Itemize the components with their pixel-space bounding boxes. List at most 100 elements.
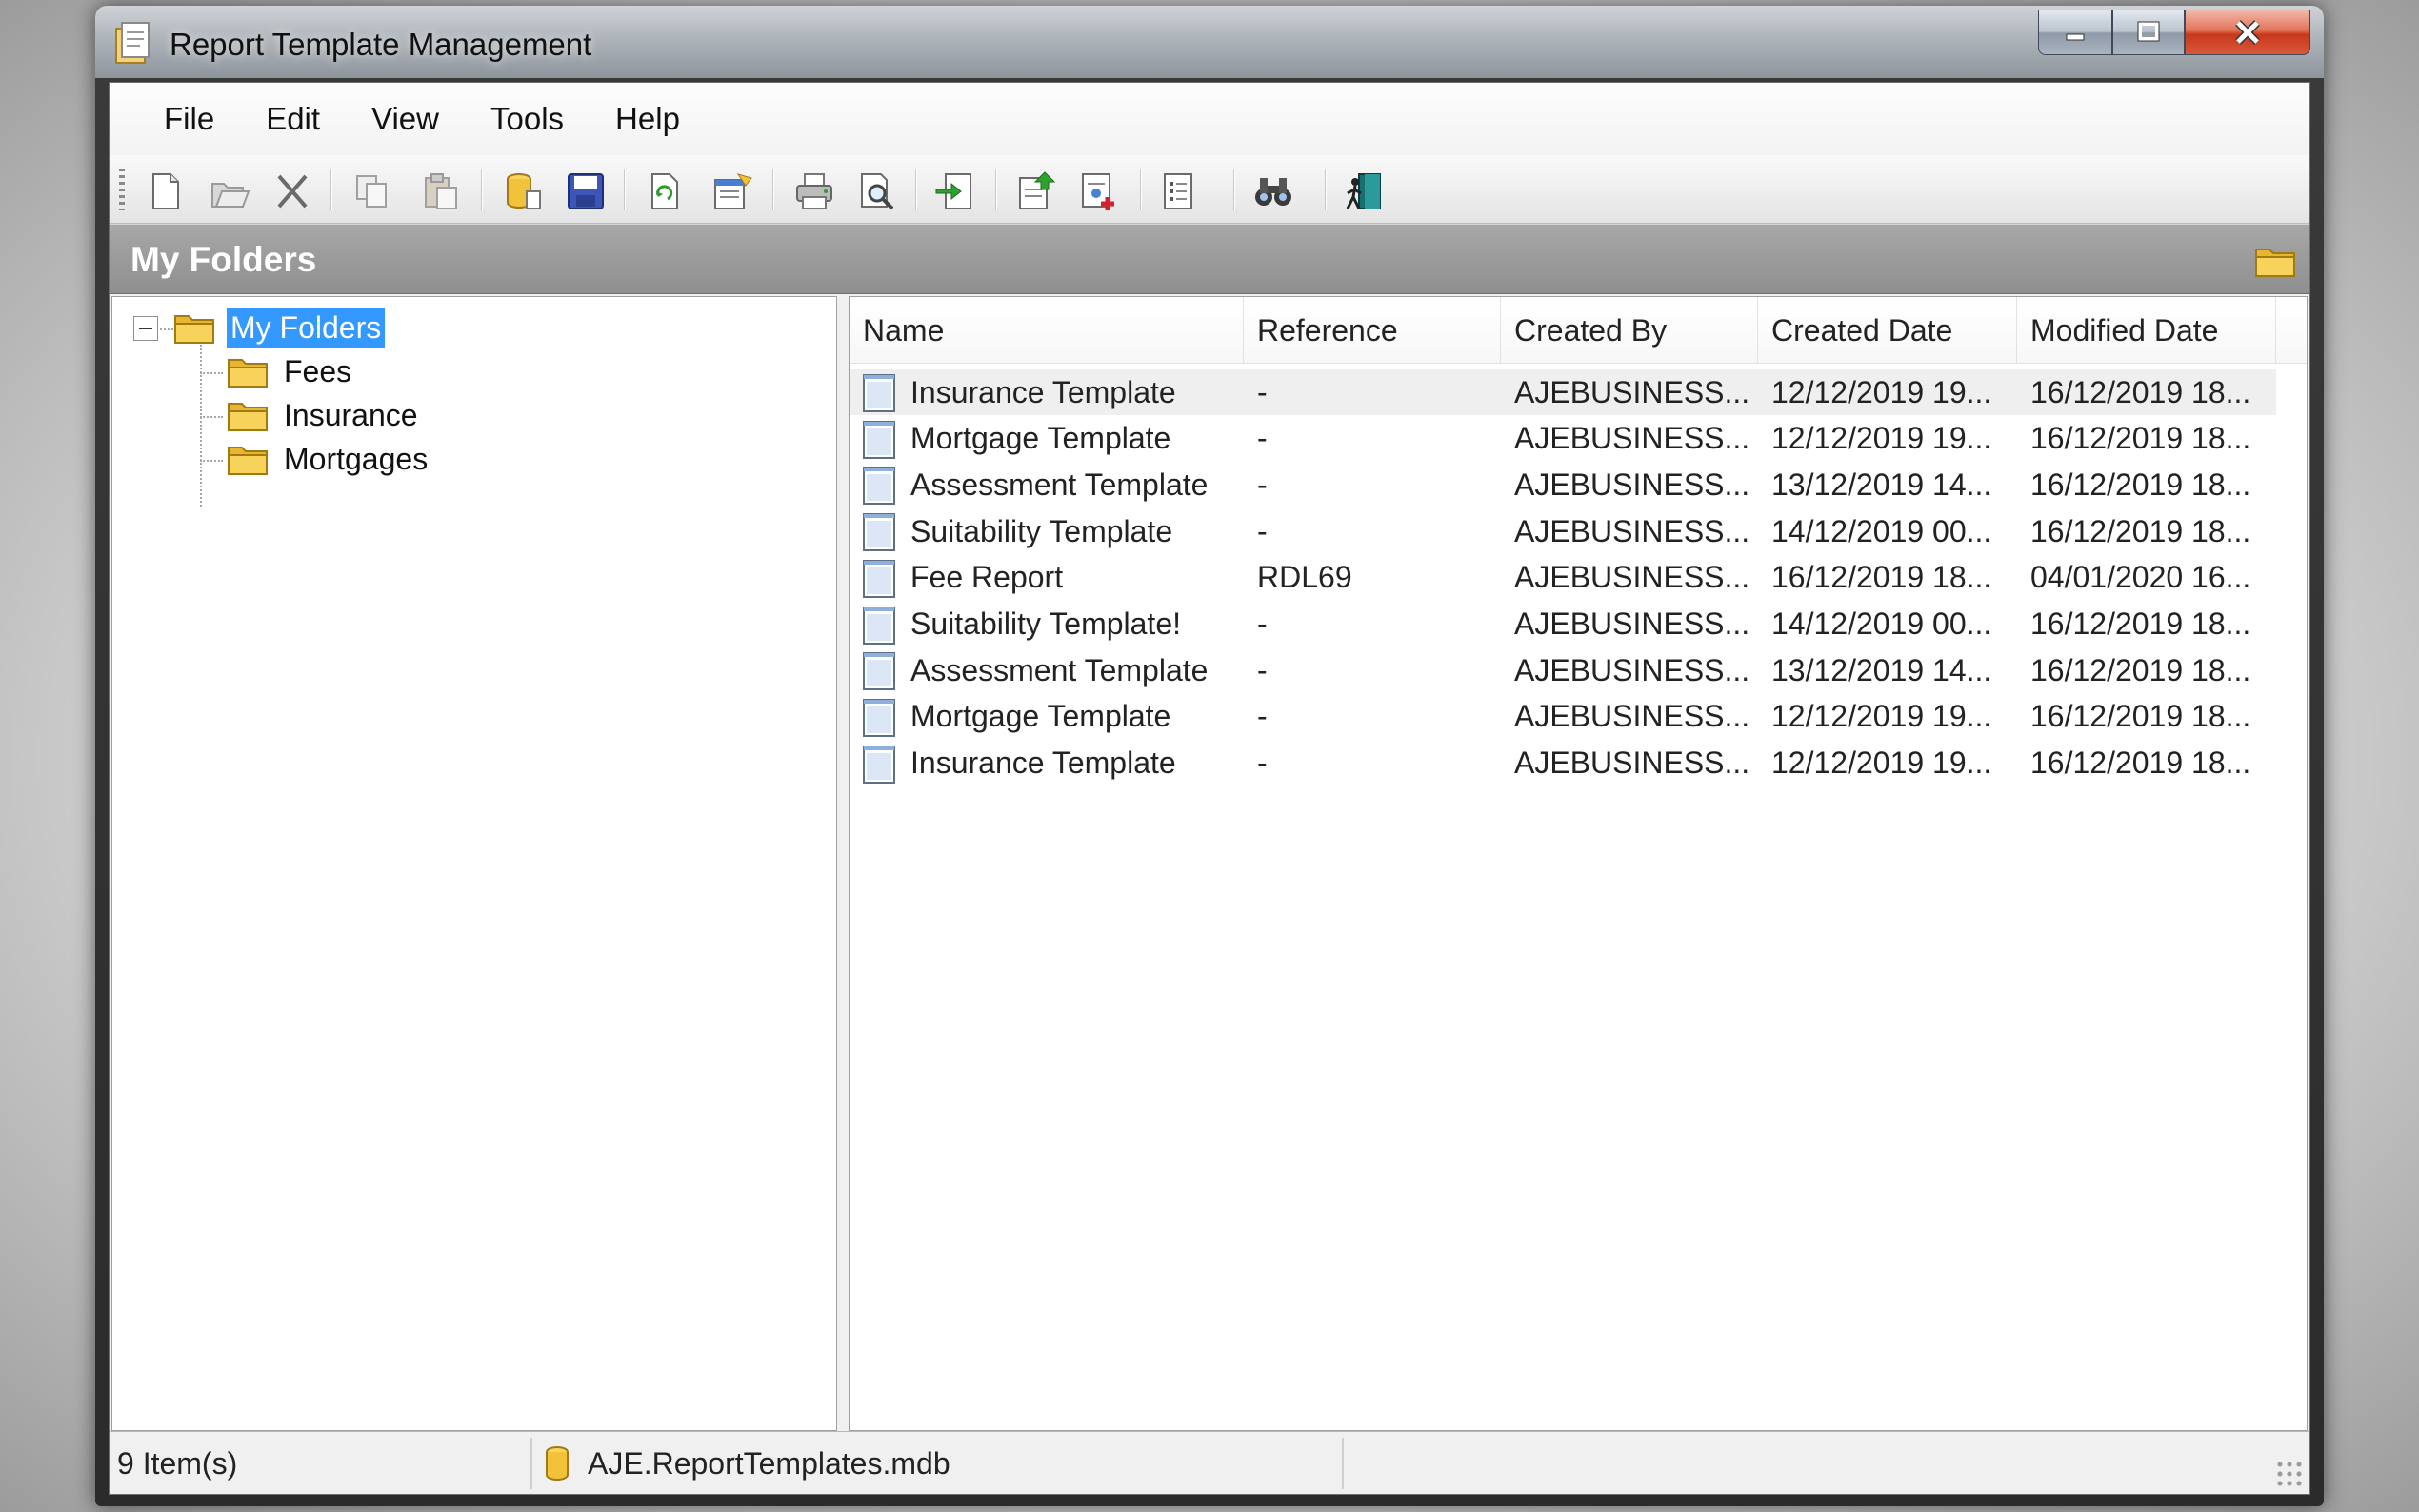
delete-icon: [277, 174, 308, 209]
cell-modified-date: 16/12/2019 18...: [2030, 746, 2251, 781]
column-headers: Name Reference Created By Created Date M…: [850, 297, 2307, 364]
exit-button[interactable]: [1344, 170, 1386, 212]
pane-splitter[interactable]: [837, 296, 849, 1431]
template-list: Name Reference Created By Created Date M…: [849, 296, 2308, 1431]
export-button[interactable]: [1016, 170, 1058, 212]
new-button[interactable]: [144, 170, 186, 212]
database-button[interactable]: [502, 170, 544, 212]
table-row[interactable]: Mortgage Template - AJEBUSINESS... 12/12/20…: [850, 416, 2276, 462]
folder-icon: [228, 403, 268, 431]
toolbar-separator: [915, 169, 917, 210]
report-template-icon: [863, 374, 895, 412]
print-preview-button[interactable]: [856, 170, 898, 212]
save-button[interactable]: [565, 170, 607, 212]
report-template-icon: [863, 652, 895, 691]
minimize-button[interactable]: [2038, 10, 2112, 55]
menu-view[interactable]: View: [346, 95, 465, 143]
copy-icon: [356, 175, 387, 208]
title-bar[interactable]: Report Template Management: [95, 6, 2324, 78]
cell-reference: -: [1257, 421, 1268, 456]
menu-help[interactable]: Help: [590, 95, 706, 143]
save-icon: [568, 173, 604, 209]
table-row[interactable]: Assessment Template - AJEBUSINESS... 13/12/…: [850, 462, 2276, 507]
maximize-icon: [2137, 21, 2160, 42]
folder-icon[interactable]: [2254, 244, 2296, 278]
cell-modified-date: 16/12/2019 18...: [2030, 607, 2251, 641]
folder-icon: [228, 359, 268, 388]
table-row[interactable]: Suitability Template! - AJEBUSINESS... 14/1…: [850, 602, 2276, 647]
cell-created-by: AJEBUSINESS...: [1514, 421, 1750, 456]
report-details-icon: [1164, 173, 1192, 209]
print-button[interactable]: [793, 170, 835, 212]
cell-modified-date: 16/12/2019 18...: [2030, 699, 2251, 734]
cell-modified-date: 16/12/2019 18...: [2030, 467, 2251, 502]
cell-created-by: AJEBUSINESS...: [1514, 746, 1750, 781]
cell-name: Insurance Template: [910, 374, 1176, 409]
cell-created-date: 13/12/2019 14...: [1771, 652, 1992, 687]
import-button[interactable]: [934, 170, 976, 212]
resize-grip[interactable]: [2275, 1460, 2304, 1488]
column-header-reference[interactable]: Reference: [1244, 297, 1501, 364]
database-filename: AJE.ReportTemplates.mdb: [588, 1445, 950, 1481]
cell-modified-date: 04/01/2020 16...: [2030, 560, 2251, 595]
menu-bar: File Edit View Tools Help: [110, 83, 2309, 155]
status-item-count: 9 Item(s): [117, 1438, 532, 1489]
table-row[interactable]: Assessment Template - AJEBUSINESS... 13/12/…: [850, 647, 2276, 693]
import-icon: [935, 173, 971, 209]
exit-icon: [1346, 173, 1381, 209]
toolbar-separator: [1140, 169, 1142, 210]
refresh-button[interactable]: [643, 170, 685, 212]
toolbar-separator: [1233, 169, 1235, 210]
toolbar-separator: [995, 169, 997, 210]
report-template-icon: [863, 606, 895, 645]
add-report-button[interactable]: [1079, 170, 1121, 212]
report-template-icon: [863, 698, 895, 737]
tree-connector: [200, 416, 223, 418]
column-header-created-by[interactable]: Created By: [1501, 297, 1758, 364]
window-controls: [2038, 10, 2310, 57]
toolbar: [110, 155, 2309, 224]
cell-name: Mortgage Template: [910, 699, 1171, 734]
open-button[interactable]: [209, 170, 250, 212]
tree-node-mortgages[interactable]: Mortgages: [227, 438, 431, 480]
properties-icon: [714, 173, 752, 209]
cell-created-by: AJEBUSINESS...: [1514, 560, 1750, 595]
tree-node-insurance[interactable]: Insurance: [227, 394, 422, 436]
toolbar-separator: [330, 169, 332, 210]
menu-tools[interactable]: Tools: [465, 95, 590, 143]
cell-name: Suitability Template!: [910, 607, 1181, 641]
toolbar-grip[interactable]: [119, 169, 125, 210]
find-button[interactable]: [1252, 170, 1294, 212]
tree-collapse-toggle[interactable]: [133, 316, 158, 341]
column-header-name[interactable]: Name: [850, 297, 1244, 364]
table-row[interactable]: Mortgage Template - AJEBUSINESS... 12/12/20…: [850, 694, 2276, 740]
table-row[interactable]: Suitability Template - AJEBUSINESS... 14/12…: [850, 508, 2276, 554]
report-template-icon: [863, 559, 895, 598]
close-button[interactable]: [2185, 10, 2310, 55]
database-icon: [546, 1446, 569, 1481]
table-row[interactable]: Fee Report RDL69 AJEBUSINESS... 16/12/2019 …: [850, 555, 2276, 601]
cell-created-date: 12/12/2019 19...: [1771, 374, 1992, 409]
paste-button[interactable]: [420, 170, 462, 212]
tree-connector: [200, 460, 223, 462]
report-details-button[interactable]: [1157, 170, 1199, 212]
cell-name: Assessment Template: [910, 467, 1209, 502]
cell-created-by: AJEBUSINESS...: [1514, 513, 1750, 548]
table-row[interactable]: Insurance Template - AJEBUSINESS... 12/12/2…: [850, 741, 2276, 786]
table-row[interactable]: Insurance Template - AJEBUSINESS... 12/12/2…: [850, 369, 2276, 415]
menu-edit[interactable]: Edit: [240, 95, 346, 143]
tree-node-my-folders[interactable]: My Folders: [173, 307, 386, 348]
column-header-created-date[interactable]: Created Date: [1758, 297, 2017, 364]
tree-node-fees[interactable]: Fees: [227, 350, 355, 392]
toolbar-separator: [481, 169, 483, 210]
copy-button[interactable]: [351, 170, 393, 212]
maximize-button[interactable]: [2112, 10, 2185, 55]
tree-connector: [200, 372, 223, 374]
menu-file[interactable]: File: [138, 95, 240, 143]
print-icon: [796, 173, 832, 209]
properties-button[interactable]: [711, 170, 753, 212]
column-header-modified-date[interactable]: Modified Date: [2017, 297, 2276, 364]
add-report-icon: [1082, 173, 1114, 210]
cell-name: Assessment Template: [910, 652, 1209, 687]
delete-button[interactable]: [271, 170, 313, 212]
